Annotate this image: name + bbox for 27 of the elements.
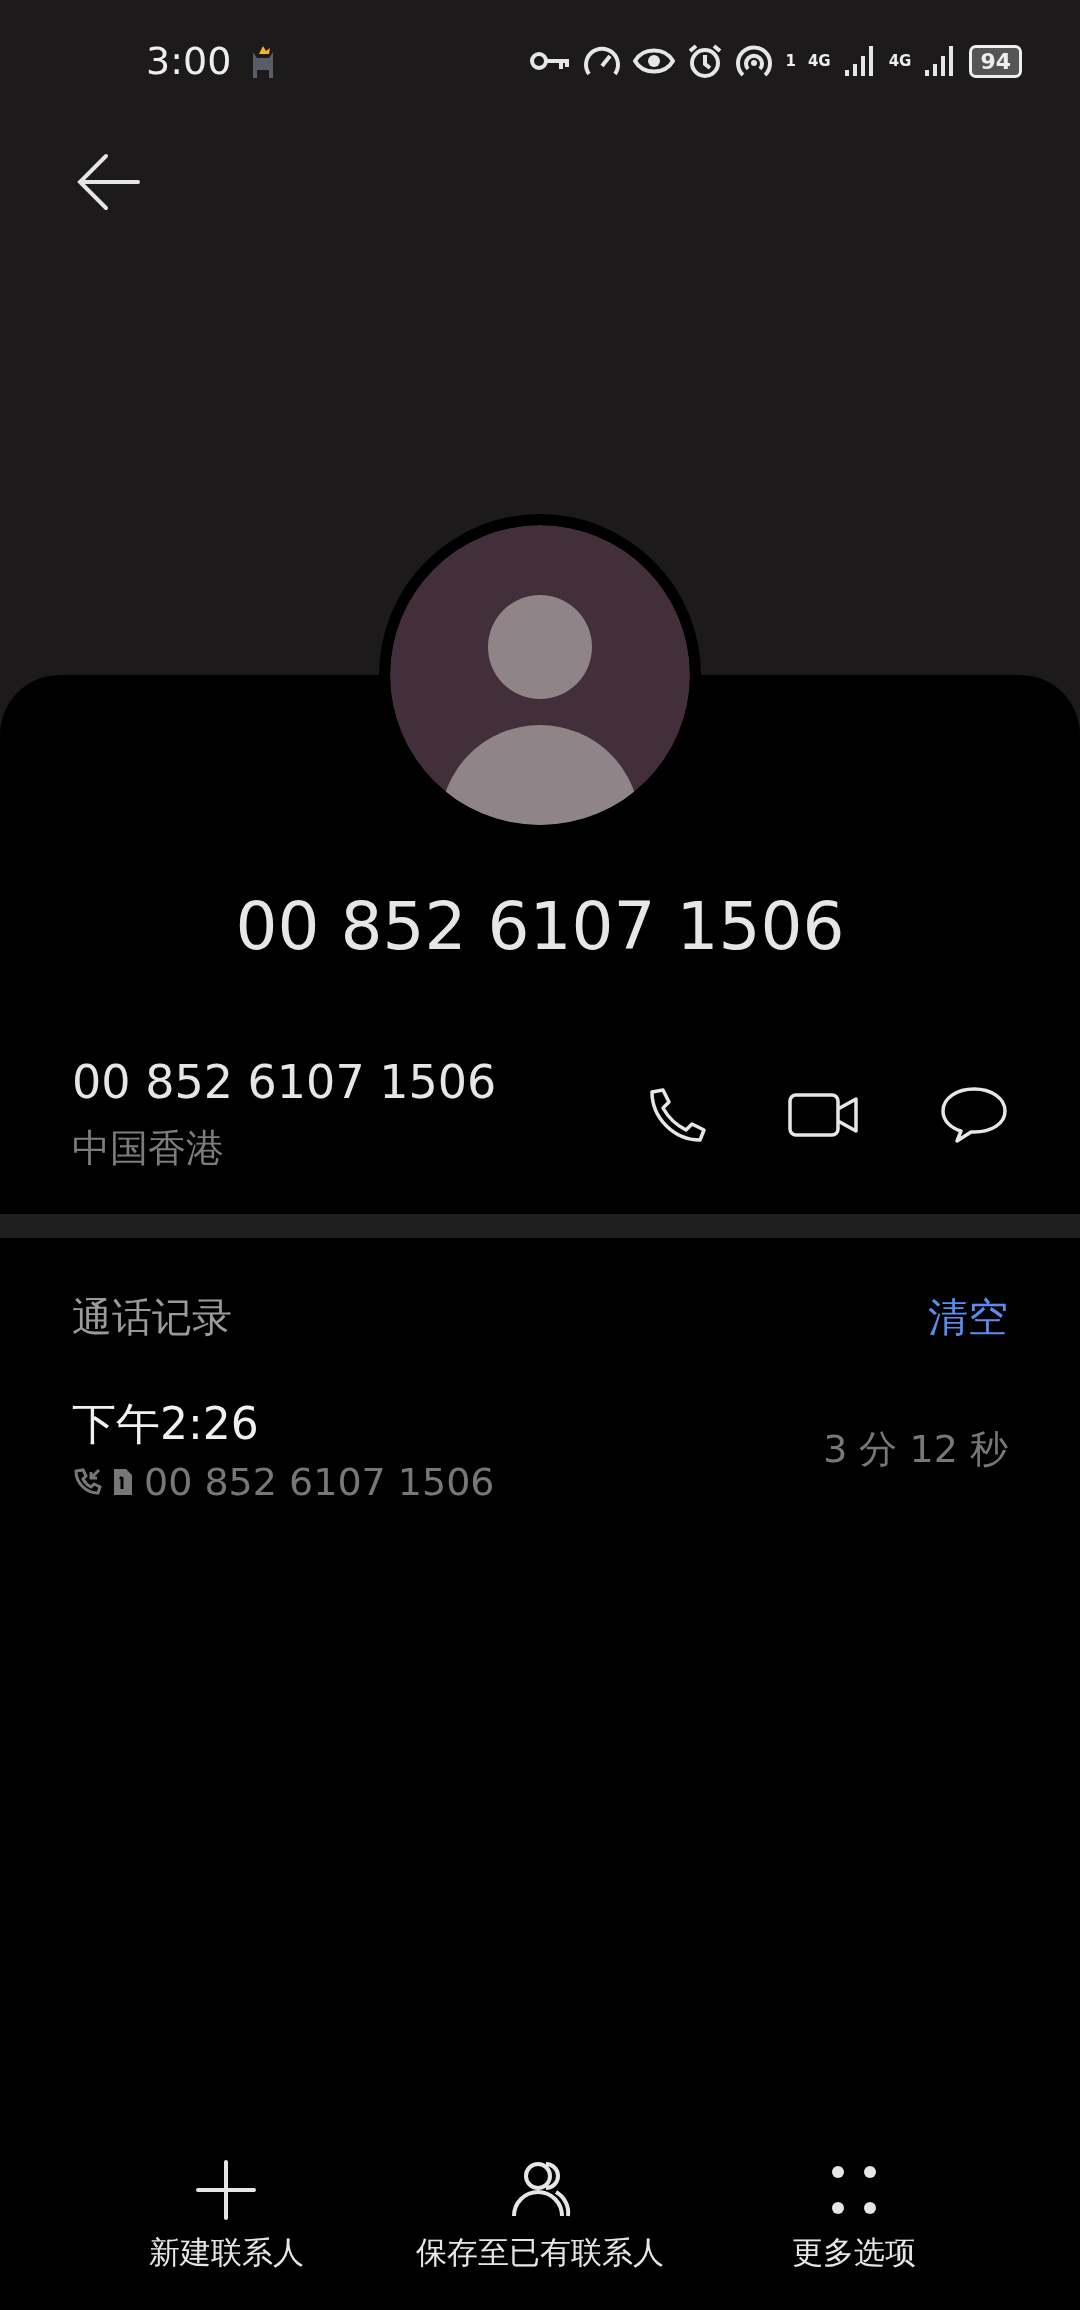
action-button[interactable]: 更多选项: [792, 2158, 916, 2274]
key-icon: [529, 49, 572, 73]
call-number: 00 852 6107 1506: [144, 1460, 495, 1504]
phone-number: 00 852 6107 1506: [72, 1055, 497, 1109]
section-title: 通话记录: [72, 1293, 232, 1342]
incoming-call-icon: [72, 1467, 102, 1497]
clear-button[interactable]: 清空: [928, 1290, 1008, 1345]
back-button[interactable]: [76, 152, 140, 212]
action-button[interactable]: 新建联系人: [148, 2158, 304, 2274]
contact-title: 00 852 6107 1506: [234, 888, 846, 965]
hotspot-count: 1: [785, 53, 796, 69]
speedometer-icon: [583, 44, 622, 78]
status-time: 3:00: [146, 39, 232, 83]
network-type: 4G: [807, 53, 831, 69]
video-call-button[interactable]: [788, 1090, 860, 1139]
battery-level: 94: [969, 44, 1022, 78]
hotspot-icon: [735, 43, 774, 79]
call-duration: 3 分 12 秒: [823, 1426, 1008, 1473]
message-button[interactable]: [940, 1085, 1008, 1144]
alarm-icon: [687, 43, 724, 79]
network-type: 4G: [888, 53, 912, 69]
eye-icon: [633, 47, 676, 75]
number-location: 中国香港: [72, 1125, 225, 1172]
plus-icon: [194, 2158, 258, 2222]
action-button[interactable]: 保存至已有联系人: [416, 2158, 664, 2274]
sim-icon: [112, 1467, 134, 1497]
call-time: 下午2:26: [72, 1397, 260, 1451]
